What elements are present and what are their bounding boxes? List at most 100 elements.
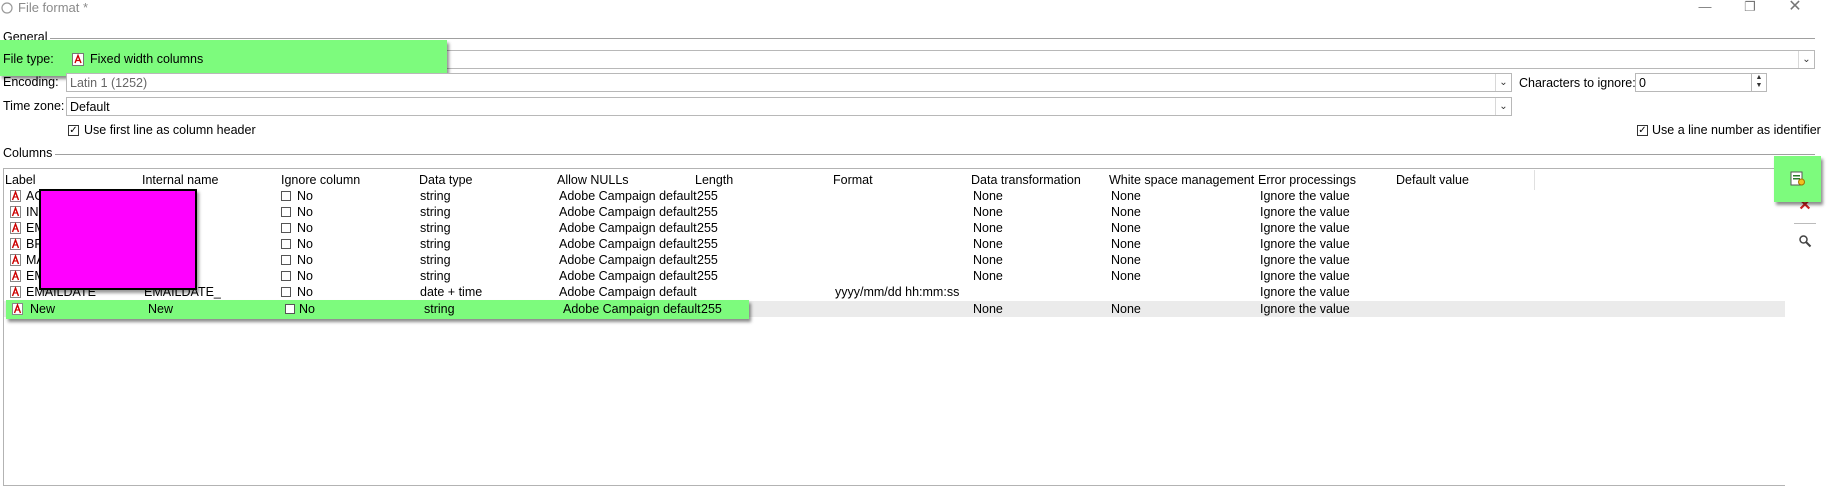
cell-length[interactable]: 255 [697, 237, 718, 251]
cell-ignore[interactable]: No [297, 285, 313, 299]
new-cell-internal[interactable]: New [148, 302, 173, 316]
cell-nulls[interactable]: Adobe Campaign default [559, 253, 697, 267]
table-row[interactable]: EM No string Adobe Campaign default 255 None N… [4, 220, 1785, 236]
encoding-label: Encoding: [3, 75, 59, 89]
columns-grid[interactable]: Label Internal name Ignore column Data t… [3, 168, 1786, 486]
cell-ignore[interactable]: No [297, 189, 313, 203]
cell-transform[interactable]: None [973, 237, 1003, 251]
header-format[interactable]: Format [833, 173, 873, 187]
new-cell-label[interactable]: New [30, 302, 55, 316]
header-label[interactable]: Label [5, 173, 36, 187]
add-column-highlight[interactable] [1774, 156, 1821, 202]
file-type-value[interactable]: Fixed width columns [90, 52, 203, 66]
table-row[interactable]: AC No string Adobe Campaign default 255 None N… [4, 188, 1785, 204]
cell-type[interactable]: string [420, 221, 451, 235]
ignore-column-checkbox[interactable] [281, 287, 291, 297]
cell-ignore[interactable]: No [297, 237, 313, 251]
time-zone-select[interactable]: Default ⌄ [66, 97, 1512, 116]
header-allow-nulls[interactable]: Allow NULLs [557, 173, 629, 187]
cell-type[interactable]: string [420, 189, 451, 203]
table-row[interactable]: BR No string Adobe Campaign default 255 None N… [4, 236, 1785, 252]
cell-nulls[interactable]: Adobe Campaign default [559, 189, 697, 203]
close-button[interactable]: ✕ [1772, 0, 1818, 16]
cell-nulls[interactable]: Adobe Campaign default [559, 205, 697, 219]
header-ignore-column[interactable]: Ignore column [281, 173, 360, 187]
new-cell-length[interactable]: 255 [701, 302, 722, 316]
cell-error[interactable]: Ignore the value [1260, 221, 1350, 235]
table-row[interactable]: IN No string Adobe Campaign default 255 None N… [4, 204, 1785, 220]
cell-transform[interactable]: None [973, 269, 1003, 283]
cell-ignore[interactable]: No [297, 205, 313, 219]
cell-type[interactable]: date + time [420, 285, 482, 299]
ignore-column-checkbox[interactable] [281, 223, 291, 233]
window-title: File format * [18, 0, 89, 15]
cell-format[interactable]: yyyy/mm/dd hh:mm:ss [835, 285, 959, 299]
cell-ignore[interactable]: No [297, 221, 313, 235]
cell-error[interactable]: Ignore the value [1260, 285, 1350, 299]
cell-transform[interactable]: None [973, 205, 1003, 219]
use-line-number-checkbox[interactable]: ✓ [1637, 125, 1648, 136]
encoding-select[interactable]: Latin 1 (1252) ⌄ [66, 73, 1512, 92]
ignore-column-checkbox[interactable] [281, 239, 291, 249]
table-row[interactable]: MADNostringAdobe Campaign default255None… [4, 252, 1785, 268]
detail-button[interactable] [1794, 234, 1816, 256]
use-first-line-checkbox[interactable]: ✓ [68, 125, 79, 136]
cell-type[interactable]: string [420, 269, 451, 283]
cell-nulls[interactable]: Adobe Campaign default [559, 269, 697, 283]
cell-nulls[interactable]: Adobe Campaign default [559, 221, 697, 235]
minimize-button[interactable]: — [1682, 0, 1728, 16]
cell-error[interactable]: Ignore the value [1260, 237, 1350, 251]
header-white-space[interactable]: White space management [1109, 173, 1254, 187]
new-cell-nulls[interactable]: Adobe Campaign default [563, 302, 701, 316]
cell-type[interactable]: string [420, 205, 451, 219]
cell-length[interactable]: 255 [697, 221, 718, 235]
cell-whitespace[interactable]: None [1111, 221, 1141, 235]
cell-whitespace[interactable]: None [1111, 189, 1141, 203]
new-cell-type[interactable]: string [424, 302, 455, 316]
cell-label[interactable]: IN [26, 205, 39, 219]
cell-whitespace[interactable]: None [1111, 302, 1141, 316]
cell-transform[interactable]: None [973, 253, 1003, 267]
restore-button[interactable]: ❐ [1727, 0, 1773, 16]
cell-type[interactable]: string [420, 253, 451, 267]
new-cell-ignore[interactable]: No [299, 302, 315, 316]
ignore-column-checkbox[interactable] [281, 271, 291, 281]
cell-whitespace[interactable]: None [1111, 205, 1141, 219]
header-data-type[interactable]: Data type [419, 173, 473, 187]
cell-length[interactable]: 255 [697, 205, 718, 219]
cell-length[interactable]: 255 [697, 189, 718, 203]
cell-whitespace[interactable]: None [1111, 269, 1141, 283]
cell-nulls[interactable]: Adobe Campaign default [559, 237, 697, 251]
ignore-column-checkbox[interactable] [281, 191, 291, 201]
cell-length[interactable]: 255 [697, 269, 718, 283]
ignore-column-checkbox[interactable] [281, 207, 291, 217]
cell-whitespace[interactable]: None [1111, 253, 1141, 267]
cell-whitespace[interactable]: None [1111, 237, 1141, 251]
minimize-icon: — [1698, 0, 1712, 14]
cell-length[interactable]: 255 [697, 253, 718, 267]
cell-transform[interactable]: None [973, 221, 1003, 235]
spinner-icon[interactable]: ▲ ▼ [1751, 74, 1766, 91]
header-error-processings[interactable]: Error processings [1258, 173, 1356, 187]
header-length[interactable]: Length [695, 173, 733, 187]
ignore-column-checkbox[interactable] [281, 255, 291, 265]
table-row[interactable]: EMENostringAdobe Campaign default255None… [4, 268, 1785, 284]
header-internal-name[interactable]: Internal name [142, 173, 218, 187]
ignore-column-checkbox[interactable] [285, 304, 295, 314]
header-default-value[interactable]: Default value [1396, 173, 1469, 187]
header-data-transformation[interactable]: Data transformation [971, 173, 1081, 187]
cell-ignore[interactable]: No [297, 253, 313, 267]
chars-to-ignore-input[interactable]: 0 ▲ ▼ [1635, 73, 1767, 92]
cell-error[interactable]: Ignore the value [1260, 302, 1350, 316]
cell-error[interactable]: Ignore the value [1260, 205, 1350, 219]
new-row-highlight[interactable]: New New No string Adobe Campaign default 255 [6, 300, 749, 319]
cell-error[interactable]: Ignore the value [1260, 253, 1350, 267]
cell-error[interactable]: Ignore the value [1260, 189, 1350, 203]
cell-error[interactable]: Ignore the value [1260, 269, 1350, 283]
cell-ignore[interactable]: No [297, 269, 313, 283]
cell-nulls[interactable]: Adobe Campaign default [559, 285, 697, 299]
table-row[interactable]: EMAILDATE EMAILDATE_ No date + time Adobe Ca… [4, 284, 1785, 300]
cell-transform[interactable]: None [973, 189, 1003, 203]
cell-transform[interactable]: None [973, 302, 1003, 316]
cell-type[interactable]: string [420, 237, 451, 251]
